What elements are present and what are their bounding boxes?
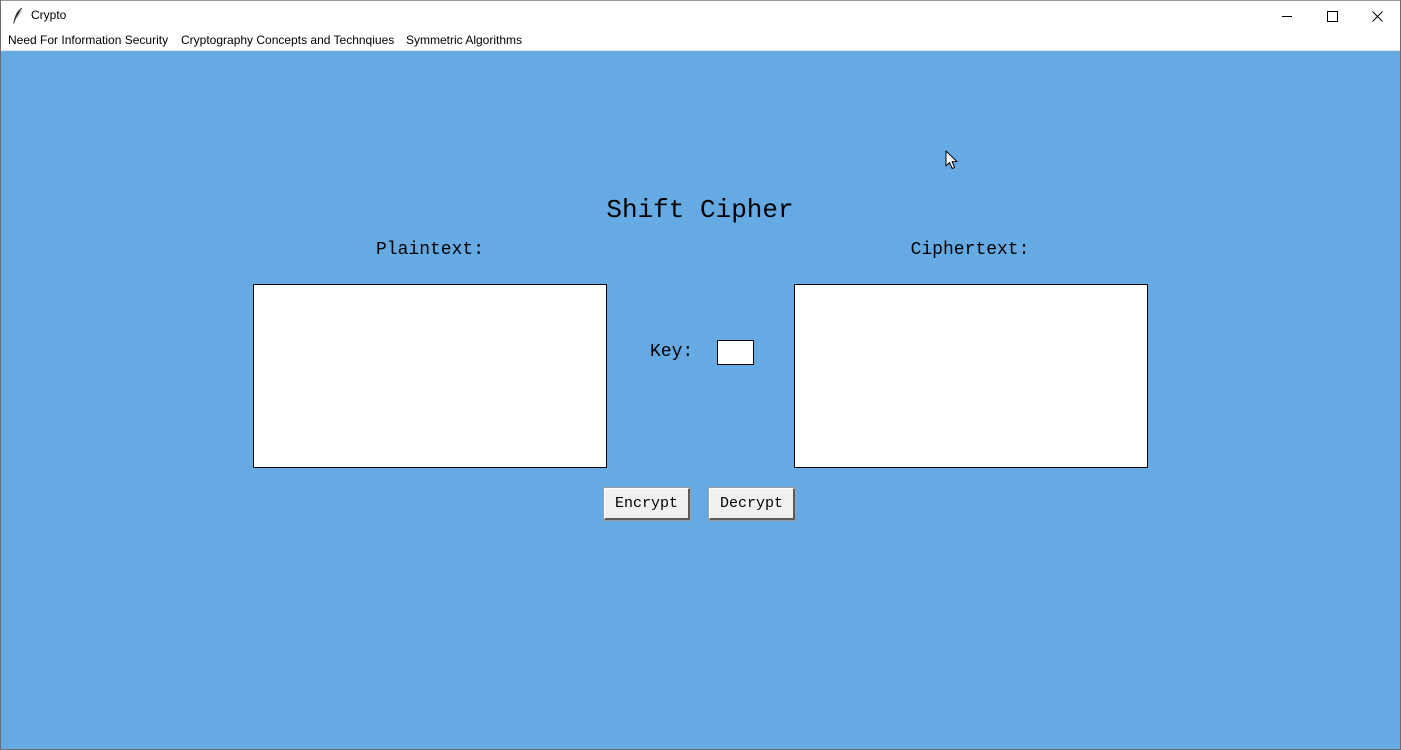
maximize-icon — [1326, 10, 1338, 22]
close-icon — [1371, 10, 1383, 22]
feather-icon — [13, 7, 23, 24]
minimize-icon — [1281, 15, 1292, 17]
app-window: Crypto Need For Information Security Cry… — [0, 0, 1401, 750]
mouse-pointer-icon — [945, 150, 958, 169]
key-input[interactable] — [717, 340, 754, 365]
maximize-button[interactable] — [1309, 1, 1355, 31]
key-label: Key: — [650, 342, 694, 362]
window-title: Crypto — [31, 8, 67, 22]
ciphertext-label: Ciphertext: — [910, 240, 1030, 260]
menu-symmetric-algorithms[interactable]: Symmetric Algorithms — [406, 33, 522, 47]
title-bar[interactable]: Crypto — [1, 0, 1400, 31]
page-title: Shift Cipher — [606, 195, 794, 225]
plaintext-input[interactable] — [253, 284, 607, 468]
ciphertext-input[interactable] — [794, 284, 1148, 468]
menu-need-for-information-security[interactable]: Need For Information Security — [8, 33, 168, 47]
menu-bar: Need For Information Security Cryptograp… — [1, 30, 1400, 51]
minimize-button[interactable] — [1264, 1, 1310, 31]
decrypt-button[interactable]: Decrypt — [709, 488, 795, 520]
encrypt-button[interactable]: Encrypt — [604, 488, 690, 520]
close-button[interactable] — [1354, 1, 1400, 31]
menu-cryptography-concepts[interactable]: Cryptography Concepts and Technqiues — [181, 33, 394, 47]
plaintext-label: Plaintext: — [375, 240, 485, 260]
